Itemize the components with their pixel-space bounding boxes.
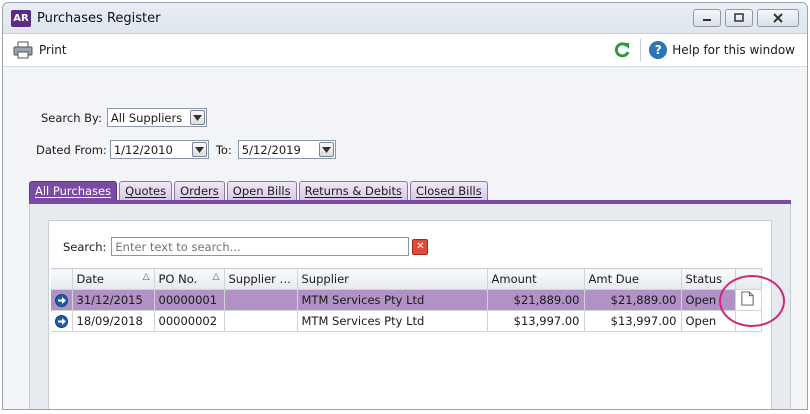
print-label: Print	[39, 43, 67, 57]
cell-status: Open	[681, 289, 736, 311]
cell-supplier-inv	[224, 310, 298, 332]
cell-po-no: 00000001	[154, 289, 225, 311]
tab-orders[interactable]: Orders	[174, 181, 225, 200]
toolbar-separator	[640, 39, 642, 61]
tab-panel: Search: ✕ Date△ PO No.△ Supplier I... Su…	[29, 204, 791, 409]
header-status[interactable]: Status	[681, 268, 736, 290]
clear-search-button[interactable]: ✕	[412, 238, 429, 255]
header-date[interactable]: Date △	[72, 268, 155, 290]
tab-returns-debits[interactable]: Returns & Debits	[298, 181, 408, 200]
date-range-row: Dated From: 1/12/2010 To: 5/12/2019	[36, 140, 336, 159]
row-select-cell[interactable]	[51, 310, 73, 332]
table-row[interactable]: 31/12/2015 00000001 MTM Services Pty Ltd…	[51, 289, 762, 311]
arrow-right-icon[interactable]	[55, 293, 68, 307]
purchases-register-window: AR Purchases Register Print ? Help for t…	[2, 2, 808, 410]
minimize-button[interactable]	[693, 9, 721, 27]
header-supplier[interactable]: Supplier	[297, 268, 488, 290]
maximize-button[interactable]	[725, 9, 753, 27]
table-row[interactable]: 18/09/2018 00000002 MTM Services Pty Ltd…	[51, 310, 762, 332]
tab-bar: All Purchases Quotes Orders Open Bills R…	[29, 181, 488, 200]
search-by-value: All Suppliers	[110, 110, 183, 125]
cell-amount: $21,889.00	[487, 289, 585, 311]
refresh-icon	[615, 42, 630, 58]
search-label: Search:	[63, 239, 107, 254]
tab-open-bills[interactable]: Open Bills	[226, 181, 297, 200]
to-date-value: 5/12/2019	[241, 142, 301, 157]
printer-icon	[13, 41, 33, 59]
title-bar: AR Purchases Register	[3, 3, 807, 34]
dated-from-label: Dated From:	[36, 142, 107, 157]
help-button[interactable]: ? Help for this window	[649, 41, 795, 59]
row-select-cell[interactable]	[51, 289, 73, 311]
help-label: Help for this window	[672, 43, 795, 57]
minimize-icon	[703, 19, 711, 21]
toolbar-right: ? Help for this window	[612, 39, 795, 61]
app-logo: AR	[11, 9, 31, 27]
sort-triangle-icon: △	[212, 272, 220, 282]
to-label: To:	[215, 142, 232, 157]
help-icon: ?	[649, 41, 668, 59]
search-row: Search: ✕	[63, 237, 429, 256]
purchases-table: Date △ PO No. △ Supplier I... Supplier Amo…	[51, 268, 762, 332]
cell-amt-due: $13,997.00	[584, 310, 682, 332]
dated-from-value: 1/12/2010	[113, 142, 173, 157]
cell-po-no: 00000002	[154, 310, 225, 332]
cell-supplier-inv	[224, 289, 298, 311]
header-po-no[interactable]: PO No. △	[154, 268, 225, 290]
cell-supplier: MTM Services Pty Ltd	[297, 289, 488, 311]
sort-triangle-icon: △	[142, 272, 150, 282]
cell-amount: $13,997.00	[487, 310, 585, 332]
document-icon[interactable]	[740, 291, 755, 306]
dated-from-field[interactable]: 1/12/2010	[109, 140, 209, 159]
chevron-down-icon[interactable]	[318, 142, 334, 157]
arrow-right-icon[interactable]	[55, 314, 68, 328]
close-button[interactable]	[757, 9, 799, 27]
chevron-down-icon	[189, 110, 205, 125]
maximize-icon	[734, 13, 744, 22]
search-by-label: Search By:	[41, 110, 102, 125]
header-action	[735, 268, 762, 290]
to-date-field[interactable]: 5/12/2019	[237, 140, 336, 159]
tab-quotes[interactable]: Quotes	[119, 181, 173, 200]
purchases-list-panel: Search: ✕ Date△ PO No.△ Supplier I... Su…	[48, 220, 772, 409]
window-controls	[693, 9, 799, 27]
cell-supplier: MTM Services Pty Ltd	[297, 310, 488, 332]
close-icon: ✕	[416, 241, 425, 252]
row-action-cell	[735, 310, 762, 332]
tab-closed-bills[interactable]: Closed Bills	[409, 181, 488, 200]
header-amount[interactable]: Amount	[487, 268, 585, 290]
chevron-down-icon[interactable]	[191, 142, 207, 157]
search-by-row: Search By: All Suppliers	[41, 108, 207, 127]
cell-date: 18/09/2018	[72, 310, 155, 332]
header-selector	[51, 268, 73, 290]
refresh-button[interactable]	[612, 40, 632, 60]
header-supplier-inv[interactable]: Supplier I...	[224, 268, 298, 290]
table-header-row: Date △ PO No. △ Supplier I... Supplier Amo…	[51, 268, 762, 290]
window-title: Purchases Register	[37, 10, 161, 26]
print-button[interactable]: Print	[13, 41, 67, 59]
search-by-select[interactable]: All Suppliers	[106, 108, 207, 127]
cell-status: Open	[681, 310, 736, 332]
header-amt-due[interactable]: Amt Due	[584, 268, 682, 290]
close-icon	[773, 13, 783, 23]
row-action-cell[interactable]	[735, 289, 762, 311]
search-input[interactable]	[111, 237, 410, 256]
cell-amt-due: $21,889.00	[584, 289, 682, 311]
cell-date: 31/12/2015	[72, 289, 155, 311]
tab-all-purchases[interactable]: All Purchases	[29, 181, 118, 200]
toolbar: Print ? Help for this window	[3, 34, 807, 67]
